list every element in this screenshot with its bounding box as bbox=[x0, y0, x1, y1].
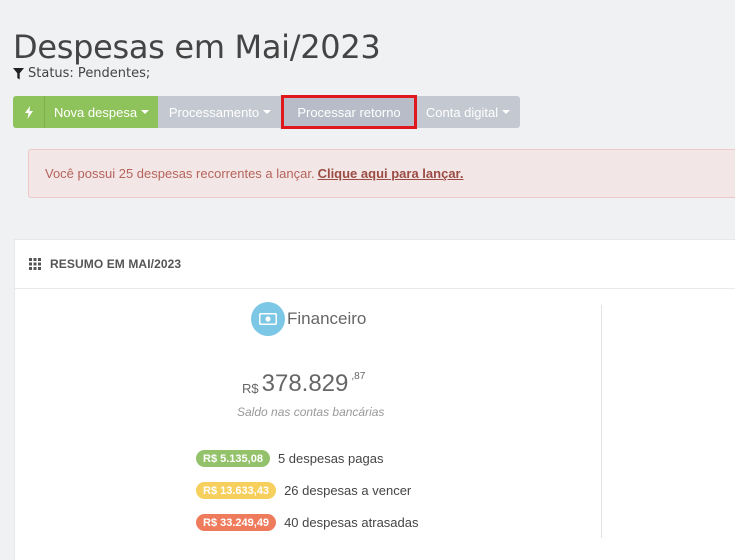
summary-panel: RESUMO EM MAI/2023 Financeiro R$ 378.829… bbox=[14, 239, 735, 560]
money-icon bbox=[251, 302, 285, 336]
processamento-label: Processamento bbox=[168, 104, 260, 120]
balance-currency: R$ bbox=[242, 381, 259, 396]
quick-action-button[interactable] bbox=[13, 96, 45, 128]
list-item[interactable]: R$ 33.249,49 40 despesas atrasadas bbox=[196, 514, 419, 531]
paid-text: 5 despesas pagas bbox=[277, 451, 384, 466]
list-item[interactable]: R$ 13.633,43 26 despesas a vencer bbox=[196, 482, 411, 499]
conta-digital-label: Conta digital bbox=[425, 104, 499, 120]
processamento-button[interactable]: Processamento bbox=[158, 96, 282, 128]
filter-icon bbox=[13, 67, 24, 79]
column-divider bbox=[601, 305, 602, 538]
caret-down-icon bbox=[141, 110, 150, 114]
status-text: Status: Pendentes; bbox=[28, 66, 151, 81]
overdue-text: 40 despesas atrasadas bbox=[284, 515, 419, 530]
financeiro-label: Financeiro bbox=[287, 309, 367, 328]
due-badge: R$ 13.633,43 bbox=[196, 482, 277, 499]
summary-title: RESUMO EM MAI/2023 bbox=[50, 257, 182, 271]
nova-despesa-label: Nova despesa bbox=[53, 104, 138, 120]
alert-link[interactable]: Clique aqui para lançar. bbox=[318, 166, 464, 181]
balance-amount: 378.829 bbox=[261, 370, 349, 397]
status-filter: Status: Pendentes; bbox=[13, 66, 150, 81]
list-item[interactable]: R$ 5.135,08 5 despesas pagas bbox=[196, 450, 383, 467]
alert-text: Você possui 25 despesas recorrentes a la… bbox=[45, 166, 315, 181]
processar-retorno-label: Processar retorno bbox=[297, 104, 401, 120]
balance-value: R$ 378.829 ,87 bbox=[242, 370, 365, 398]
recurring-alert: Você possui 25 despesas recorrentes a la… bbox=[28, 149, 735, 198]
financeiro-header: Financeiro bbox=[251, 302, 366, 336]
overdue-badge: R$ 33.249,49 bbox=[196, 514, 277, 531]
page-title: Despesas em Mai/2023 bbox=[13, 28, 381, 66]
paid-badge: R$ 5.135,08 bbox=[196, 450, 270, 467]
due-text: 26 despesas a vencer bbox=[284, 483, 412, 498]
toolbar: Nova despesa Processamento Processar ret… bbox=[13, 95, 520, 129]
grid-icon bbox=[29, 258, 41, 270]
processar-retorno-button[interactable]: Processar retorno bbox=[281, 95, 417, 129]
nova-despesa-button[interactable]: Nova despesa bbox=[45, 96, 158, 128]
conta-digital-button[interactable]: Conta digital bbox=[416, 96, 520, 128]
summary-header: RESUMO EM MAI/2023 bbox=[15, 240, 735, 289]
balance-cents: ,87 bbox=[351, 371, 366, 382]
balance-caption: Saldo nas contas bancárias bbox=[237, 405, 385, 419]
caret-down-icon bbox=[263, 110, 272, 114]
bolt-icon bbox=[24, 105, 33, 119]
caret-down-icon bbox=[502, 110, 511, 114]
